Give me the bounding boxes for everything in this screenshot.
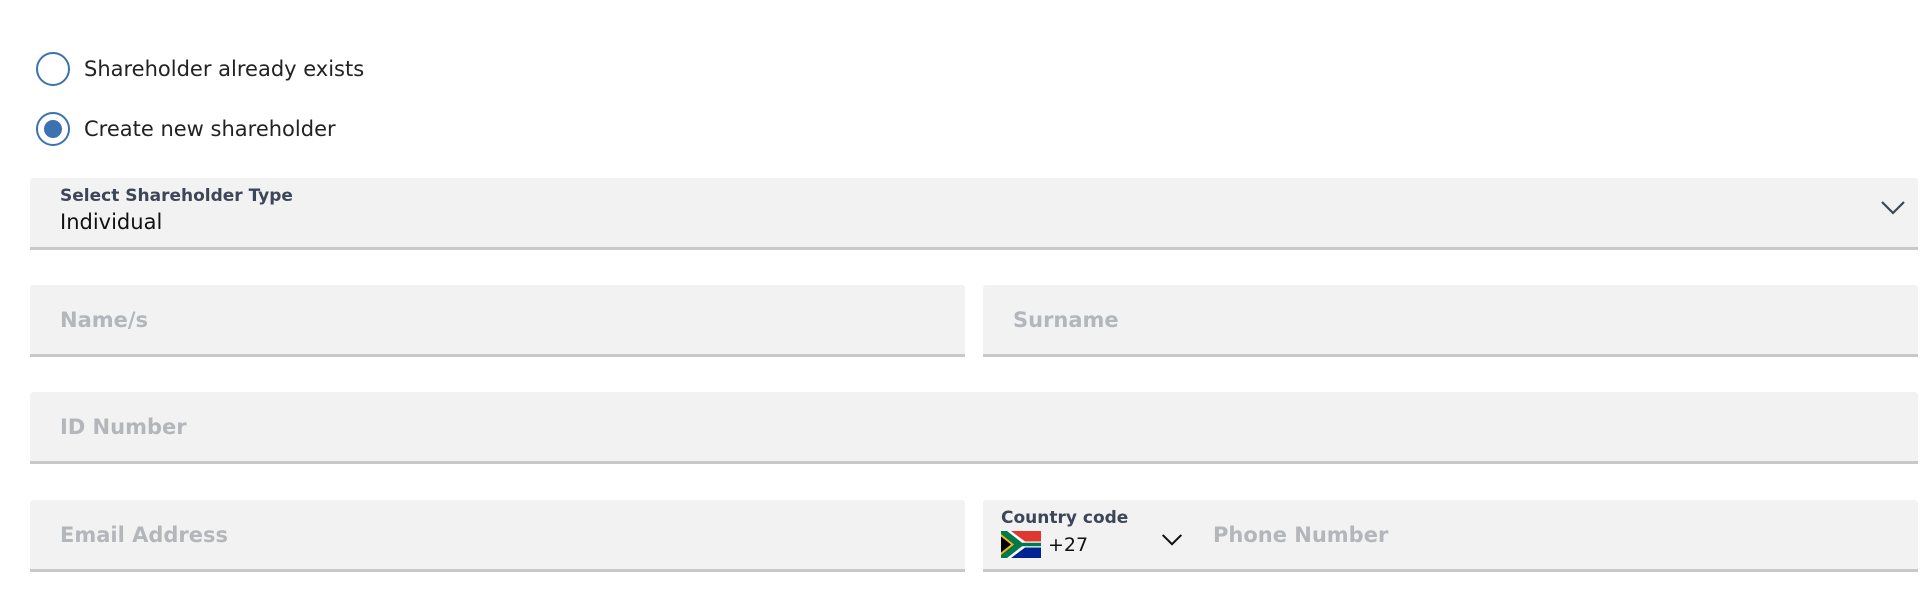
radio-option-new-shareholder[interactable]: Create new shareholder [36,112,336,146]
phone-field[interactable]: Country code +27 Phone Number [983,500,1918,572]
radio-button-selected[interactable] [36,112,70,146]
radio-button-unselected[interactable] [36,52,70,86]
add-shareholder-form: Shareholder already exists Create new sh… [0,0,1932,614]
phone-number-placeholder[interactable]: Phone Number [1213,523,1388,547]
shareholder-type-value: Individual [60,210,163,234]
surname-field[interactable]: Surname [983,285,1918,357]
surname-placeholder: Surname [1013,307,1119,332]
radio-option-existing-shareholder[interactable]: Shareholder already exists [36,52,364,86]
radio-label-existing: Shareholder already exists [84,57,365,81]
email-placeholder: Email Address [60,522,229,547]
radio-selected-dot [44,120,62,138]
email-field[interactable]: Email Address [30,500,965,572]
shareholder-type-label: Select Shareholder Type [60,186,293,206]
country-code-chevron-down-icon[interactable] [1161,533,1183,547]
names-field[interactable]: Name/s [30,285,965,357]
chevron-down-icon[interactable] [1880,200,1906,216]
id-number-placeholder: ID Number [60,414,187,439]
country-code-label: Country code [1001,508,1129,528]
id-number-field[interactable]: ID Number [30,392,1918,464]
radio-label-new: Create new shareholder [84,117,336,141]
south-africa-flag-icon [1001,531,1041,558]
names-placeholder: Name/s [60,307,149,332]
shareholder-type-select[interactable]: Select Shareholder Type Individual [30,178,1918,250]
country-code-value: +27 [1048,534,1089,556]
